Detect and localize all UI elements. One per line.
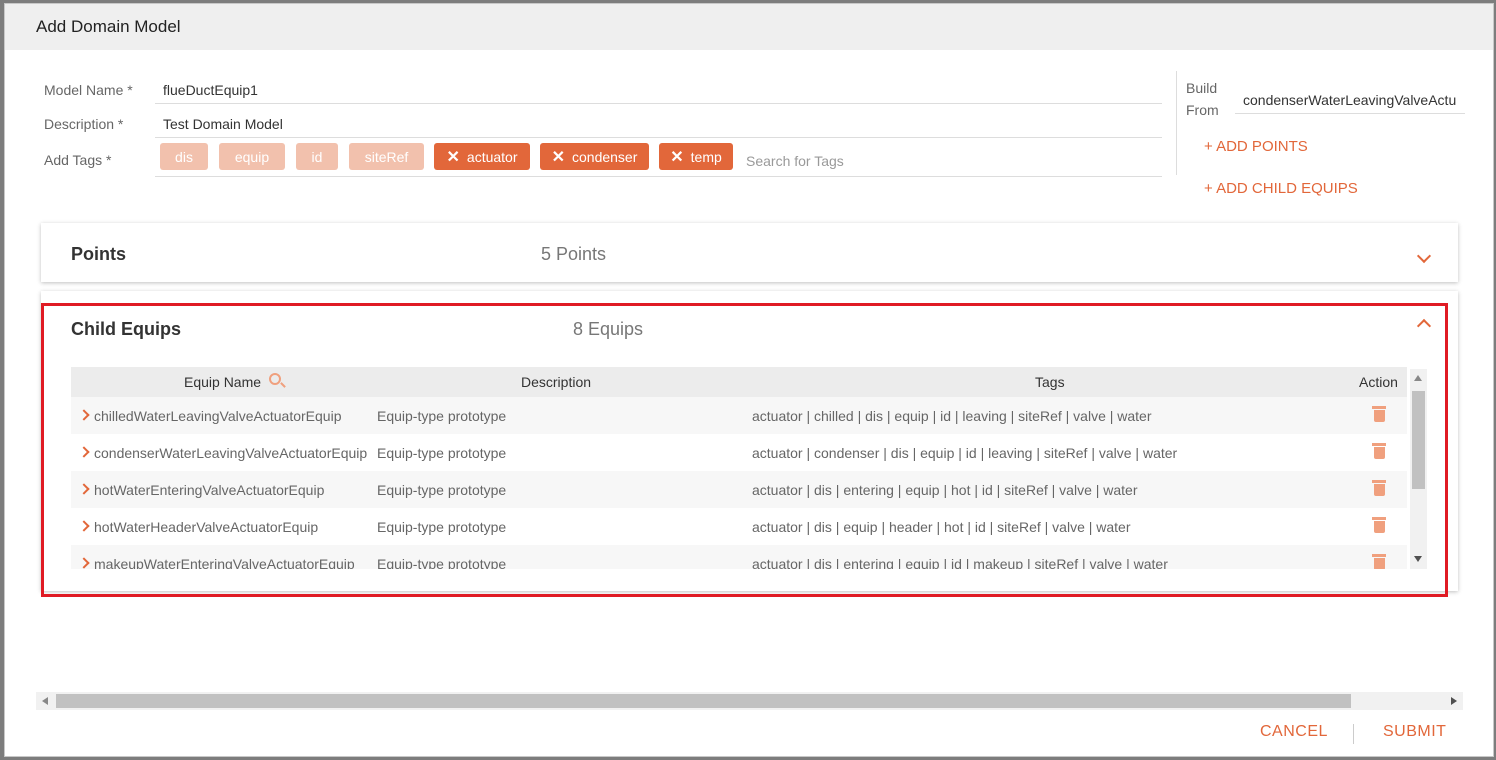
- divider: [1176, 71, 1177, 175]
- add-points-link[interactable]: + ADD POINTS: [1204, 138, 1308, 155]
- description-field[interactable]: Test Domain Model: [155, 116, 1162, 138]
- remove-tag-icon[interactable]: ✕: [670, 147, 683, 167]
- tag-label: equip: [234, 148, 270, 165]
- from-label: From: [1186, 102, 1219, 118]
- tag-actuator: ✕ actuator: [434, 143, 530, 170]
- remove-tag-icon[interactable]: ✕: [552, 147, 565, 167]
- footer-divider: [1353, 724, 1354, 744]
- points-count: 5 Points: [541, 244, 607, 264]
- tag-siteref: siteRef: [349, 143, 424, 170]
- description-label: Description *: [44, 116, 124, 132]
- tag-search-input[interactable]: Search for Tags: [746, 153, 844, 169]
- tag-dis: dis: [160, 143, 208, 170]
- add-child-equips-link[interactable]: + ADD CHILD EQUIPS: [1204, 180, 1358, 197]
- tag-condenser: ✕ condenser: [540, 143, 649, 170]
- remove-tag-icon[interactable]: ✕: [447, 147, 460, 167]
- build-label: Build: [1186, 80, 1218, 96]
- add-domain-model-dialog: Add Domain Model Model Name * flueDuctEq…: [4, 3, 1494, 757]
- scroll-left-icon[interactable]: [42, 697, 48, 705]
- tag-label: siteRef: [364, 148, 409, 165]
- tag-label: id: [311, 148, 323, 165]
- tag-id: id: [296, 143, 338, 170]
- tag-label: condenser: [572, 148, 638, 165]
- highlight-box: [41, 303, 1448, 597]
- points-panel[interactable]: Points 5 Points: [41, 223, 1458, 282]
- add-tags-label: Add Tags *: [44, 152, 112, 168]
- scroll-thumb[interactable]: [56, 694, 1351, 708]
- points-title: Points: [71, 244, 127, 264]
- tag-label: temp: [690, 148, 722, 165]
- submit-button[interactable]: SUBMIT: [1383, 723, 1446, 741]
- tag-label: actuator: [466, 148, 518, 165]
- chevron-down-icon[interactable]: [1416, 248, 1432, 264]
- tag-equip: equip: [219, 143, 285, 170]
- build-from-select[interactable]: condenserWaterLeavingValveActu: [1235, 92, 1465, 114]
- tags-underline: [155, 176, 1162, 177]
- cancel-button[interactable]: CANCEL: [1260, 723, 1328, 741]
- dialog-title: Add Domain Model: [5, 4, 1493, 50]
- tag-temp: ✕ temp: [659, 143, 733, 170]
- horizontal-scrollbar[interactable]: [36, 692, 1463, 710]
- tag-label: dis: [175, 148, 193, 165]
- model-name-label: Model Name *: [44, 82, 133, 98]
- model-name-field[interactable]: flueDuctEquip1: [155, 82, 1162, 104]
- scroll-right-icon[interactable]: [1451, 697, 1457, 705]
